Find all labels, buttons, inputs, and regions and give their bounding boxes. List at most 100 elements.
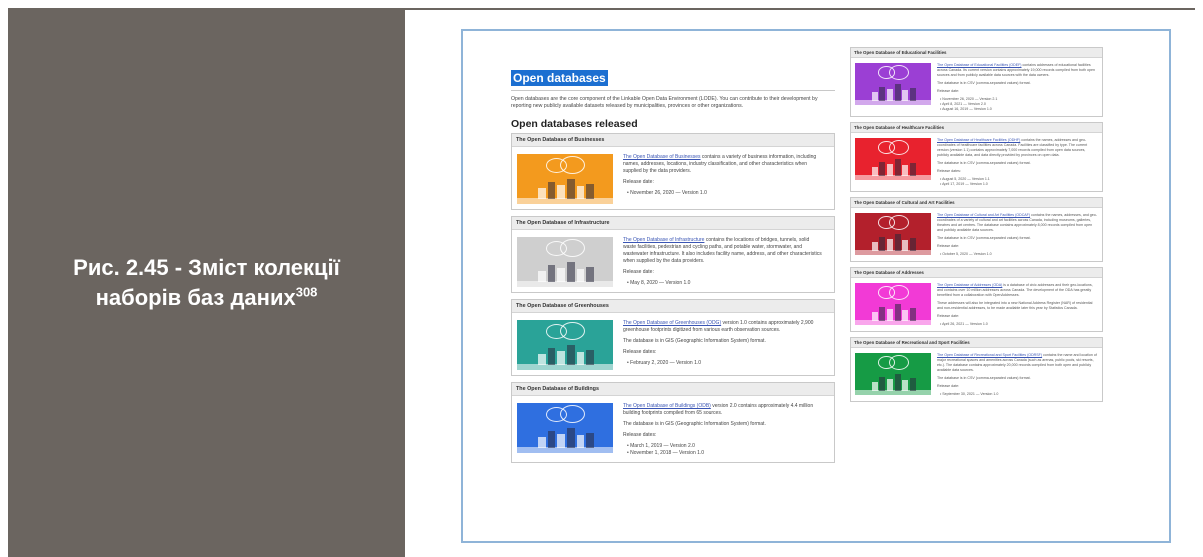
card-text: The Open Database of Businesses contains… bbox=[613, 154, 823, 204]
section-title: Open databases released bbox=[511, 118, 638, 130]
cloud-shape bbox=[889, 139, 909, 155]
database-card: The Open Database of Businesses The Open … bbox=[511, 133, 835, 210]
database-link[interactable]: The Open Database of Businesses bbox=[623, 154, 701, 160]
ground-strip bbox=[855, 389, 931, 395]
page-title: Open databases bbox=[511, 70, 608, 86]
cloud-shape bbox=[889, 64, 909, 80]
release-label: Release dates: bbox=[623, 349, 657, 355]
ground-strip bbox=[517, 198, 613, 204]
card-format-note: The database is in CSV (comma-separated … bbox=[937, 81, 1031, 85]
card-text: The Open Database of Infrastructure cont… bbox=[613, 237, 823, 287]
top-rule bbox=[405, 8, 1195, 10]
card-illustration bbox=[855, 353, 931, 395]
card-body: The Open Database of Addresses (ODA) is … bbox=[851, 278, 1102, 331]
release-label: Release date: bbox=[937, 244, 960, 248]
release-list: May 8, 2020 — Version 1.0 bbox=[623, 280, 823, 287]
building-shape bbox=[902, 379, 909, 391]
right-card-list: The Open Database of Educational Facilit… bbox=[850, 47, 1103, 402]
building-shape bbox=[871, 311, 878, 321]
building-shape bbox=[909, 238, 916, 251]
card-body: The Open Database of Infrastructure cont… bbox=[512, 230, 834, 292]
cloud-shape bbox=[560, 156, 586, 174]
card-title: The Open Database of Healthcare Faciliti… bbox=[851, 123, 1102, 133]
building-shape bbox=[879, 376, 886, 391]
building-shape bbox=[909, 308, 916, 321]
building-shape bbox=[879, 161, 886, 176]
cloud-shape bbox=[889, 354, 909, 370]
release-label: Release date: bbox=[937, 384, 960, 388]
building-shape bbox=[538, 188, 546, 199]
card-description: The Open Database of Infrastructure cont… bbox=[623, 237, 823, 265]
right-database-card: The Open Database of Cultural and Art Fa… bbox=[850, 197, 1103, 262]
release-list: March 1, 2019 — Version 2.0November 1, 2… bbox=[623, 443, 823, 457]
building-shape bbox=[538, 354, 546, 365]
building-shape bbox=[902, 89, 909, 101]
building-shape bbox=[886, 89, 893, 101]
left-column: Open databases Open databases are the co… bbox=[511, 69, 835, 469]
card-description: The Open Database of Buildings (ODB) ver… bbox=[623, 403, 823, 417]
caption-panel: Рис. 2.45 - Зміст колекції наборів баз д… bbox=[8, 8, 405, 557]
card-illustration bbox=[517, 320, 613, 370]
building-shape bbox=[576, 269, 585, 282]
card-title: The Open Database of Educational Facilit… bbox=[851, 48, 1102, 58]
card-text: The Open Database of Healthcare Faciliti… bbox=[931, 138, 1097, 187]
building-shape bbox=[586, 184, 594, 199]
card-illustration bbox=[517, 237, 613, 287]
building-shape bbox=[894, 304, 901, 321]
building-shape bbox=[879, 236, 886, 251]
database-card: The Open Database of Infrastructure The O… bbox=[511, 216, 835, 293]
card-text: The Open Database of Educational Facilit… bbox=[931, 63, 1097, 112]
card-body: The Open Database of Cultural and Art Fa… bbox=[851, 208, 1102, 261]
card-body: The Open Database of Greenhouses (ODG) v… bbox=[512, 313, 834, 375]
release-list: November 26, 2020 — Version 1.0 bbox=[623, 190, 823, 197]
figure-caption: Рис. 2.45 - Зміст колекції наборів баз д… bbox=[17, 253, 397, 313]
release-item: May 8, 2020 — Version 1.0 bbox=[623, 280, 823, 287]
database-link[interactable]: The Open Database of Greenhouses (ODG) bbox=[623, 320, 721, 326]
release-item: April 26, 2021 — Version 1.0 bbox=[937, 322, 1097, 327]
card-text: The Open Database of Greenhouses (ODG) v… bbox=[613, 320, 823, 370]
database-link[interactable]: The Open Database of Healthcare Faciliti… bbox=[937, 138, 1020, 142]
card-title: The Open Database of Infrastructure bbox=[512, 217, 834, 230]
ground-strip bbox=[855, 174, 931, 180]
building-shape bbox=[586, 267, 594, 282]
building-shape bbox=[557, 268, 565, 282]
cloud-shape bbox=[560, 405, 586, 423]
database-link[interactable]: The Open Database of Educational Facilit… bbox=[937, 63, 1022, 67]
screenshot-frame: Open databases Open databases are the co… bbox=[461, 29, 1171, 543]
building-shape bbox=[894, 84, 901, 101]
database-link[interactable]: The Open Database of Addresses (ODA) bbox=[937, 283, 1002, 287]
release-label: Release date: bbox=[623, 269, 654, 275]
building-shape bbox=[566, 345, 575, 365]
building-shape bbox=[871, 381, 878, 391]
card-title: The Open Database of Buildings bbox=[512, 383, 834, 396]
ground-strip bbox=[517, 281, 613, 287]
card-title: The Open Database of Cultural and Art Fa… bbox=[851, 198, 1102, 208]
cloud-shape bbox=[560, 322, 586, 340]
release-label: Release date: bbox=[937, 314, 960, 318]
title-divider bbox=[511, 90, 835, 91]
card-text: The Open Database of Addresses (ODA) is … bbox=[931, 283, 1097, 327]
database-link[interactable]: The Open Database of Recreational and Sp… bbox=[937, 353, 1042, 357]
release-list: October 5, 2020 — Version 1.0 bbox=[937, 252, 1097, 257]
card-description: The Open Database of Addresses (ODA) is … bbox=[937, 283, 1097, 298]
release-item: April 17, 2019 — Version 1.0 bbox=[937, 182, 1097, 187]
building-shape bbox=[871, 166, 878, 176]
database-link[interactable]: The Open Database of Buildings (ODB) bbox=[623, 403, 711, 409]
building-shape bbox=[879, 86, 886, 101]
left-card-list: The Open Database of Businesses The Open … bbox=[511, 133, 835, 463]
building-shape bbox=[886, 309, 893, 321]
right-database-card: The Open Database of Educational Facilit… bbox=[850, 47, 1103, 117]
building-shape bbox=[586, 433, 594, 448]
card-text: The Open Database of Recreational and Sp… bbox=[931, 353, 1097, 397]
card-body: The Open Database of Recreational and Sp… bbox=[851, 348, 1102, 401]
ground-strip bbox=[855, 249, 931, 255]
database-link[interactable]: The Open Database of Infrastructure bbox=[623, 237, 704, 243]
card-description: The Open Database of Cultural and Art Fa… bbox=[937, 213, 1097, 233]
building-shape bbox=[886, 164, 893, 176]
building-shape bbox=[586, 350, 594, 365]
building-shape bbox=[538, 437, 546, 448]
card-illustration bbox=[855, 63, 931, 105]
card-description: The Open Database of Businesses contains… bbox=[623, 154, 823, 175]
caption-line-1: Рис. 2.45 - Зміст колекції bbox=[73, 254, 340, 280]
database-link[interactable]: The Open Database of Cultural and Art Fa… bbox=[937, 213, 1030, 217]
